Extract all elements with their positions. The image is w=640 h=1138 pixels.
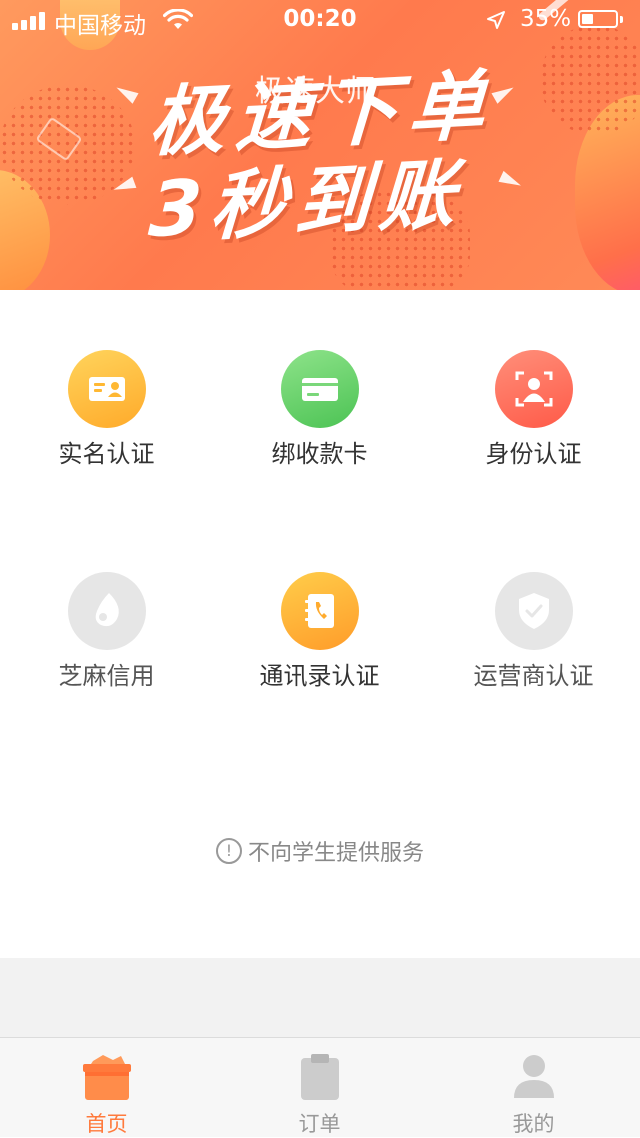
- tab-profile[interactable]: 我的: [427, 1038, 640, 1137]
- status-bar: 中国移动 00:20 35%: [0, 0, 640, 40]
- promo-banner[interactable]: 极速下单 3秒到账 极速大师: [0, 0, 640, 290]
- face-scan-icon: [515, 371, 552, 407]
- battery-icon: [578, 10, 623, 28]
- tab-label: 我的: [512, 1112, 555, 1136]
- battery-level-fill: [582, 14, 593, 24]
- banner-subheadline: 3秒到账: [146, 148, 466, 255]
- shield-check-icon: [518, 593, 549, 629]
- info-icon: !: [215, 838, 242, 864]
- grid-item-label: 身份认证: [485, 440, 582, 468]
- banner-decor-dots: [540, 25, 640, 135]
- sesame-icon: [95, 593, 119, 627]
- grid-item-label: 运营商认证: [473, 662, 594, 690]
- student-notice: ! 不向学生提供服务: [0, 835, 640, 867]
- grid-item-contacts[interactable]: 通讯录认证: [213, 572, 426, 691]
- grid-item-label: 绑收款卡: [271, 440, 368, 468]
- banner-spark-decor: [498, 170, 524, 192]
- tab-home[interactable]: 首页: [0, 1038, 213, 1137]
- clipboard-icon: [301, 1054, 339, 1100]
- grid-item-real-name[interactable]: 实名认证: [0, 350, 213, 469]
- id-card-icon: [88, 377, 125, 401]
- location-arrow-icon: [487, 11, 505, 29]
- grid-item-label: 实名认证: [58, 440, 155, 468]
- user-icon: [514, 1055, 554, 1098]
- tab-label: 首页: [85, 1112, 128, 1136]
- grid-item-identity[interactable]: 身份认证: [427, 350, 640, 469]
- tab-label: 订单: [298, 1112, 341, 1136]
- grid-item-sesame-credit[interactable]: 芝麻信用: [0, 572, 213, 691]
- grid-item-label: 通讯录认证: [259, 662, 380, 690]
- banner-spark-decor: [113, 82, 139, 104]
- tab-orders[interactable]: 订单: [213, 1038, 426, 1137]
- home-box-icon: [83, 1055, 131, 1100]
- grid-item-carrier[interactable]: 运营商认证: [427, 572, 640, 691]
- content-divider: [0, 958, 640, 1038]
- tab-bar: 首页 订单 我的: [0, 1037, 640, 1137]
- bank-card-icon: [301, 378, 338, 401]
- banner-watermark: 极速大师: [255, 74, 375, 109]
- battery-percent: 35%: [520, 6, 572, 32]
- grid-item-bind-card[interactable]: 绑收款卡: [213, 350, 426, 469]
- notice-text: 不向学生提供服务: [247, 841, 424, 866]
- grid-item-label: 芝麻信用: [58, 662, 155, 690]
- contacts-book-icon: [304, 594, 334, 628]
